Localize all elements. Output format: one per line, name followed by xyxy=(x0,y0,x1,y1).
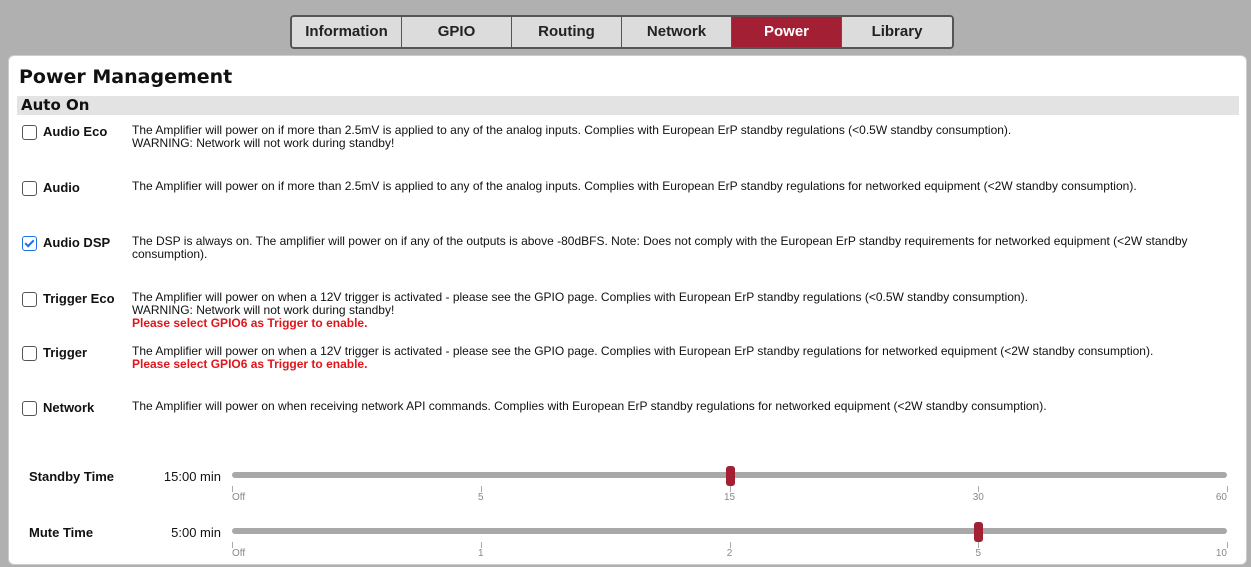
option-description: The Amplifier will power on if more than… xyxy=(132,180,1232,193)
slider-tick xyxy=(1227,542,1228,548)
tab-bar: Information GPIO Routing Network Power L… xyxy=(290,15,954,49)
slider-tick-label: 15 xyxy=(723,492,736,503)
mute-time-slider-handle[interactable] xyxy=(974,522,984,542)
mute-time-value: 5:00 min xyxy=(171,525,221,540)
slider-tick xyxy=(1227,486,1228,492)
network-checkbox[interactable] xyxy=(22,401,37,416)
tab-information[interactable]: Information xyxy=(292,17,402,47)
standby-time-row: Standby Time 15:00 min Off 5 15 30 60 xyxy=(9,466,1248,506)
option-label: Audio Eco xyxy=(43,124,108,139)
slider-tick-label: 2 xyxy=(726,548,733,559)
description-text: The Amplifier will power on when receivi… xyxy=(132,399,1047,413)
audio-eco-checkbox[interactable] xyxy=(22,125,37,140)
option-description: The Amplifier will power on when receivi… xyxy=(132,400,1232,413)
description-warning-text: WARNING: Network will not work during st… xyxy=(132,136,395,150)
section-header: Auto On xyxy=(17,96,1239,115)
slider-tick-label: 5 xyxy=(975,548,982,559)
slider-tick-label: 30 xyxy=(972,492,984,503)
tab-network[interactable]: Network xyxy=(622,17,732,47)
gpio-warning: Please select GPIO6 as Trigger to enable… xyxy=(132,316,368,330)
gpio-warning: Please select GPIO6 as Trigger to enable… xyxy=(132,357,368,371)
tab-gpio[interactable]: GPIO xyxy=(402,17,512,47)
option-label: Trigger xyxy=(43,345,88,360)
standby-time-slider-handle[interactable] xyxy=(725,466,735,486)
standby-time-value: 15:00 min xyxy=(163,469,221,484)
option-label: Trigger Eco xyxy=(43,291,115,306)
slider-tick-label: 5 xyxy=(477,492,484,503)
option-label: Audio xyxy=(43,180,80,195)
description-text: The Amplifier will power on if more than… xyxy=(132,179,1137,193)
trigger-eco-checkbox[interactable] xyxy=(22,292,37,307)
option-label: Audio DSP xyxy=(43,235,111,250)
audio-dsp-checkbox[interactable] xyxy=(22,236,37,251)
slider-tick-label: 60 xyxy=(1215,492,1227,503)
option-label: Network xyxy=(43,400,95,415)
slider-tick-label: 1 xyxy=(477,548,484,559)
option-description: The Amplifier will power on when a 12V t… xyxy=(132,345,1232,371)
power-panel: Power Management Auto On Audio Eco The A… xyxy=(8,55,1247,565)
slider-tick-label: 10 xyxy=(1215,548,1227,559)
standby-time-label: Standby Time xyxy=(29,469,115,484)
tab-library[interactable]: Library xyxy=(842,17,952,47)
section-title: Auto On xyxy=(21,96,90,114)
option-description: The Amplifier will power on when a 12V t… xyxy=(132,291,1232,330)
tab-power[interactable]: Power xyxy=(732,17,842,47)
description-text: The DSP is always on. The amplifier will… xyxy=(132,234,1188,261)
slider-tick-label: Off xyxy=(232,548,246,559)
tab-routing[interactable]: Routing xyxy=(512,17,622,47)
option-description: The Amplifier will power on if more than… xyxy=(132,124,1232,150)
mute-time-label: Mute Time xyxy=(29,525,94,540)
mute-time-slider[interactable]: Off 1 2 5 10 xyxy=(232,522,1228,559)
slider-tick-label: Off xyxy=(232,492,246,503)
trigger-checkbox[interactable] xyxy=(22,346,37,361)
audio-checkbox[interactable] xyxy=(22,181,37,196)
standby-time-slider[interactable]: Off 5 15 30 60 xyxy=(232,466,1228,503)
page-title: Power Management xyxy=(19,66,233,88)
mute-time-row: Mute Time 5:00 min Off 1 2 5 10 xyxy=(9,522,1248,562)
option-description: The DSP is always on. The amplifier will… xyxy=(132,235,1232,261)
